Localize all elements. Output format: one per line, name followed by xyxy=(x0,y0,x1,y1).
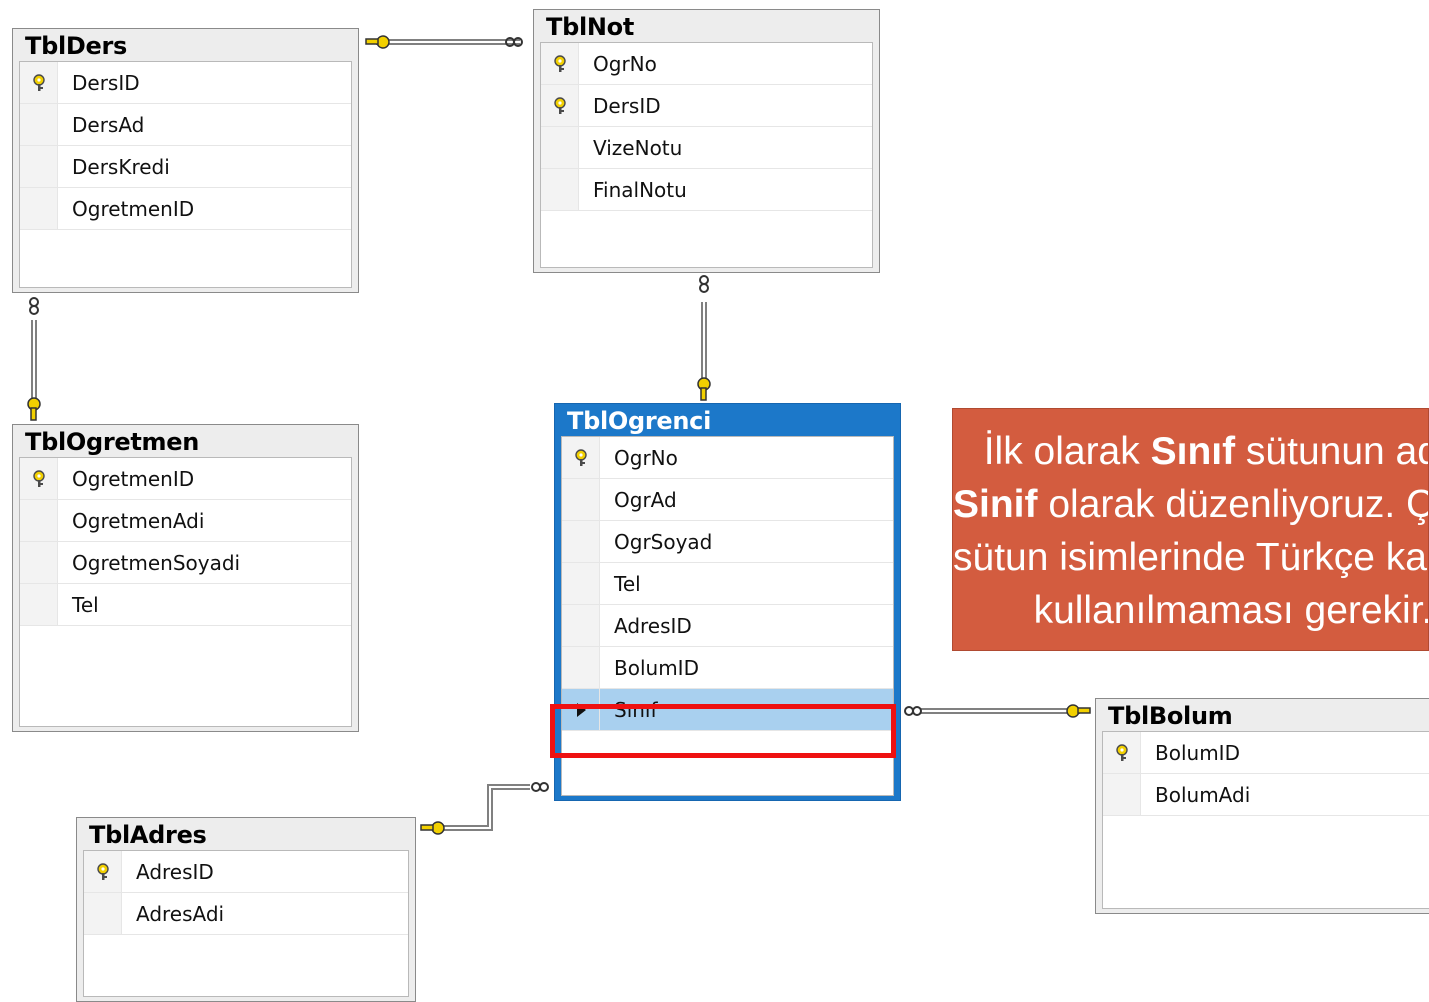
column-row[interactable]: DersKredi xyxy=(20,146,351,188)
column-name: DersKredi xyxy=(58,155,170,179)
column-name: OgrSoyad xyxy=(600,530,712,554)
column-name: Tel xyxy=(600,572,641,596)
key-icon xyxy=(95,863,111,881)
column-name: OgretmenAdi xyxy=(58,509,204,533)
table-title: TblBolum xyxy=(1096,699,1429,731)
column-name: OgrAd xyxy=(600,488,677,512)
column-row[interactable]: FinalNotu xyxy=(541,169,872,211)
column-name: VizeNotu xyxy=(579,136,682,160)
callout-text-part: İlk olarak xyxy=(984,430,1151,473)
annotation-callout: İlk olarak Sınıf sütunun adını Sinif ola… xyxy=(952,408,1429,651)
column-grid: OgretmenID OgretmenAdi OgretmenSoyadi Te… xyxy=(19,457,352,727)
infinity-icon-ogrenci-right xyxy=(905,707,921,715)
column-name: DersAd xyxy=(58,113,144,137)
callout-bold-part: Sınıf xyxy=(1151,430,1236,473)
key-icon-adres-end xyxy=(421,822,444,834)
column-name: Tel xyxy=(58,593,99,617)
column-row[interactable]: OgretmenID xyxy=(20,188,351,230)
rel-ogrenci-adres xyxy=(438,787,530,828)
key-icon xyxy=(573,449,589,467)
table-title: TblAdres xyxy=(77,818,415,850)
column-row[interactable]: OgrNo xyxy=(541,43,872,85)
column-grid: OgrNo DersID VizeNotu FinalNotu xyxy=(540,42,873,268)
column-name: BolumID xyxy=(1141,741,1240,765)
column-row[interactable]: OgretmenSoyadi xyxy=(20,542,351,584)
callout-bold-part: Sinif xyxy=(953,483,1038,526)
key-icon-bolum-end xyxy=(1067,705,1090,717)
column-name: OgretmenID xyxy=(58,197,194,221)
key-icon xyxy=(552,55,568,73)
column-row[interactable]: DersID xyxy=(20,62,351,104)
table-tblnot[interactable]: TblNot OgrNo DersID VizeNotu FinalNotu xyxy=(533,9,880,273)
key-icon xyxy=(552,97,568,115)
column-row[interactable]: DersID xyxy=(541,85,872,127)
column-row[interactable]: OgrNo xyxy=(562,437,893,479)
callout-line-1: İlk olarak Sınıf sütunun adını xyxy=(953,425,1429,478)
key-icon-ogretmen-end xyxy=(28,398,40,420)
table-title: TblOgrenci xyxy=(555,404,900,436)
callout-text: İlk olarak Sınıf sütunun adını Sinif ola… xyxy=(953,425,1429,637)
column-grid: BolumID BolumAdi xyxy=(1102,731,1429,909)
column-row[interactable]: AdresAdi xyxy=(84,893,408,935)
callout-line-4: kullanılmaması gerekir. xyxy=(953,584,1429,637)
column-name: DersID xyxy=(58,71,140,95)
column-row[interactable]: BolumAdi xyxy=(1103,774,1429,816)
column-row[interactable]: OgrAd xyxy=(562,479,893,521)
table-tblbolum[interactable]: TblBolum BolumID BolumAdi xyxy=(1095,698,1429,914)
column-row[interactable]: Tel xyxy=(562,563,893,605)
column-name: DersID xyxy=(579,94,661,118)
callout-line-2: Sinif olarak düzenliyoruz. Çünkü xyxy=(953,478,1429,531)
table-title: TblNot xyxy=(534,10,879,42)
column-name: OgretmenID xyxy=(58,467,194,491)
key-icon-ogrenci-end xyxy=(698,378,710,400)
infinity-icon-ogrenci-left xyxy=(532,783,548,791)
infinity-icon-ders xyxy=(30,298,38,314)
column-name: OgrNo xyxy=(600,446,678,470)
column-row[interactable]: OgretmenAdi xyxy=(20,500,351,542)
column-row[interactable]: AdresID xyxy=(84,851,408,893)
column-name: BolumID xyxy=(600,656,699,680)
column-row[interactable]: OgretmenID xyxy=(20,458,351,500)
table-tbladres[interactable]: TblAdres AdresID AdresAdi xyxy=(76,817,416,1002)
column-row[interactable]: BolumID xyxy=(562,647,893,689)
column-name: FinalNotu xyxy=(579,178,687,202)
column-row[interactable]: Tel xyxy=(20,584,351,626)
table-tblders[interactable]: TblDers DersID DersAd DersKredi Ogretmen… xyxy=(12,28,359,293)
key-icon xyxy=(31,74,47,92)
column-name: AdresID xyxy=(600,614,692,638)
column-row[interactable]: OgrSoyad xyxy=(562,521,893,563)
column-row[interactable]: DersAd xyxy=(20,104,351,146)
table-title: TblDers xyxy=(13,29,358,61)
column-grid: AdresID AdresAdi xyxy=(83,850,409,997)
column-row[interactable]: BolumID xyxy=(1103,732,1429,774)
column-row[interactable]: VizeNotu xyxy=(541,127,872,169)
selected-column-highlight-box xyxy=(550,704,896,758)
column-name: AdresAdi xyxy=(122,902,224,926)
callout-line-3: sütun isimlerinde Türkçe karakter xyxy=(953,531,1429,584)
table-title: TblOgretmen xyxy=(13,425,358,457)
key-icon xyxy=(1114,744,1130,762)
key-icon-ders-end xyxy=(366,36,389,48)
callout-text-part: sütunun adını xyxy=(1235,430,1429,473)
column-name: AdresID xyxy=(122,860,214,884)
table-tblogretmen[interactable]: TblOgretmen OgretmenID OgretmenAdi Ogret… xyxy=(12,424,359,732)
column-row[interactable]: AdresID xyxy=(562,605,893,647)
column-name: BolumAdi xyxy=(1141,783,1250,807)
column-name: OgrNo xyxy=(579,52,657,76)
key-icon xyxy=(31,470,47,488)
column-grid: DersID DersAd DersKredi OgretmenID xyxy=(19,61,352,288)
infinity-icon-not-bottom xyxy=(700,276,708,292)
column-name: OgretmenSoyadi xyxy=(58,551,240,575)
callout-text-part: olarak düzenliyoruz. Çünkü xyxy=(1038,483,1429,526)
